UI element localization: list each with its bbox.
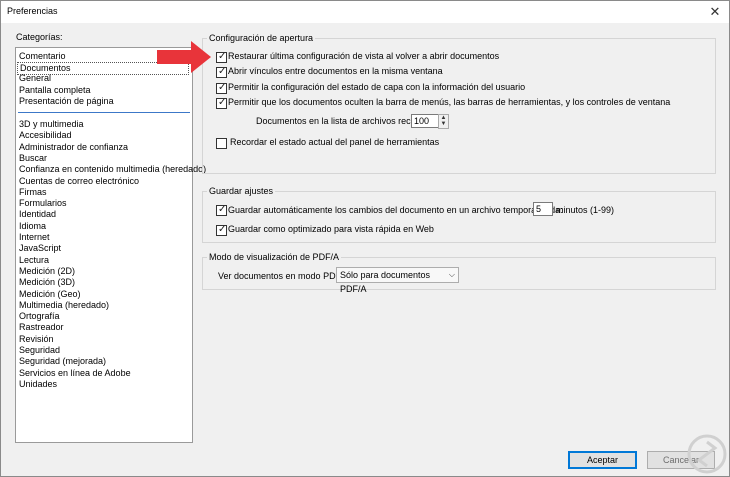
category-item[interactable]: Medición (3D) (19, 277, 75, 288)
category-item[interactable]: Medición (2D) (19, 266, 75, 277)
category-item[interactable]: Confianza en contenido multimedia (hered… (19, 164, 206, 175)
spin-down-icon[interactable]: ▼ (439, 121, 448, 127)
apertura-option-checkbox[interactable]: ✓ (216, 66, 227, 78)
category-item[interactable]: Internet (19, 232, 50, 243)
fastweb-label: Guardar como optimizado para vista rápid… (228, 224, 434, 234)
apertura-option-label: Restaurar última configuración de vista … (228, 51, 500, 61)
category-item[interactable]: Accesibilidad (19, 130, 72, 141)
category-item[interactable]: Ortografía (19, 311, 60, 322)
check-icon: ✓ (218, 224, 227, 235)
preferences-dialog: Preferencias ✕ Categorías: Comentario Doc… (0, 0, 730, 477)
pdfa-view-label: Ver documentos en modo PDF/A: (218, 271, 353, 281)
category-item[interactable]: Seguridad (19, 345, 60, 356)
window-title: Preferencias (7, 6, 58, 16)
recent-files-label: Documentos en la lista de archivos recie… (256, 116, 438, 126)
category-item[interactable]: Medición (Geo) (19, 289, 81, 300)
category-item[interactable]: Lectura (19, 255, 49, 266)
category-item[interactable]: Administrador de confianza (19, 142, 128, 153)
category-item[interactable]: Unidades (19, 379, 57, 390)
category-item[interactable]: Comentario (19, 51, 66, 62)
close-icon[interactable]: ✕ (701, 1, 729, 23)
remember-tools-label: Recordar el estado actual del panel de h… (230, 137, 440, 147)
category-item[interactable]: Servicios en línea de Adobe (19, 368, 131, 379)
recent-files-spinner[interactable]: ▲ ▼ (438, 114, 449, 129)
apertura-option-label: Permitir la configuración del estado de … (228, 82, 526, 92)
apertura-title: Configuración de apertura (207, 33, 316, 44)
category-item[interactable]: Presentación de página (19, 96, 114, 107)
category-item[interactable]: Revisión (19, 334, 54, 345)
apertura-option-checkbox[interactable]: ✓ (216, 97, 227, 109)
category-item[interactable]: Formularios (19, 198, 67, 209)
watermark-logo-icon (687, 434, 727, 474)
pdfa-view-select[interactable]: Sólo para documentos PDF/A ⌵ (336, 267, 459, 294)
chevron-down-icon: ⌵ (448, 270, 455, 279)
recent-files-input[interactable]: 100 (411, 114, 439, 128)
category-item[interactable]: Multimedia (heredado) (19, 300, 109, 311)
apertura-option-label: Permitir que los documentos oculten la b… (228, 97, 671, 107)
category-divider (18, 112, 190, 113)
category-item[interactable]: Firmas (19, 187, 47, 198)
category-item[interactable]: 3D y multimedia (19, 119, 84, 130)
accept-button[interactable]: Aceptar (568, 451, 637, 469)
check-icon: ✓ (218, 51, 227, 62)
category-item[interactable]: Pantalla completa (19, 85, 91, 96)
pdfa-view-value: Sólo para documentos PDF/A (340, 270, 431, 294)
category-item[interactable]: Idioma (19, 221, 46, 232)
check-icon: ✓ (218, 66, 227, 77)
categories-label: Categorías: (16, 32, 63, 42)
fastweb-checkbox[interactable]: ✓ (216, 224, 227, 236)
category-item[interactable]: Seguridad (mejorada) (19, 356, 106, 367)
check-icon: ✓ (218, 82, 227, 93)
guardar-title: Guardar ajustes (207, 186, 276, 197)
category-item[interactable]: General (19, 73, 51, 84)
autosave-unit: minutos (1-99) (556, 205, 615, 215)
check-icon: ✓ (218, 97, 227, 108)
apertura-option-checkbox[interactable]: ✓ (216, 82, 227, 94)
title-bar: Preferencias ✕ (1, 1, 729, 23)
pdfa-title: Modo de visualización de PDF/A (207, 252, 342, 263)
category-item[interactable]: Buscar (19, 153, 47, 164)
category-item[interactable]: Identidad (19, 209, 56, 220)
autosave-label: Guardar automáticamente los cambios del … (228, 205, 563, 215)
categories-list[interactable]: Comentario Documentos General Pantalla comp… (15, 47, 206, 443)
autosave-checkbox[interactable]: ✓ (216, 204, 227, 216)
apertura-option-checkbox[interactable]: ✓ (216, 51, 227, 63)
remember-tools-checkbox[interactable] (216, 138, 227, 149)
category-item[interactable]: Cuentas de correo electrónico (19, 176, 139, 187)
check-icon: ✓ (218, 204, 227, 215)
autosave-minutes-input[interactable]: 5 (533, 202, 553, 216)
apertura-option-label: Abrir vínculos entre documentos en la mi… (228, 66, 443, 76)
guardar-group: Guardar ajustes (202, 186, 716, 243)
category-item[interactable]: Rastreador (19, 322, 64, 333)
category-item[interactable]: JavaScript (19, 243, 61, 254)
highlight-arrow-icon (157, 41, 211, 73)
